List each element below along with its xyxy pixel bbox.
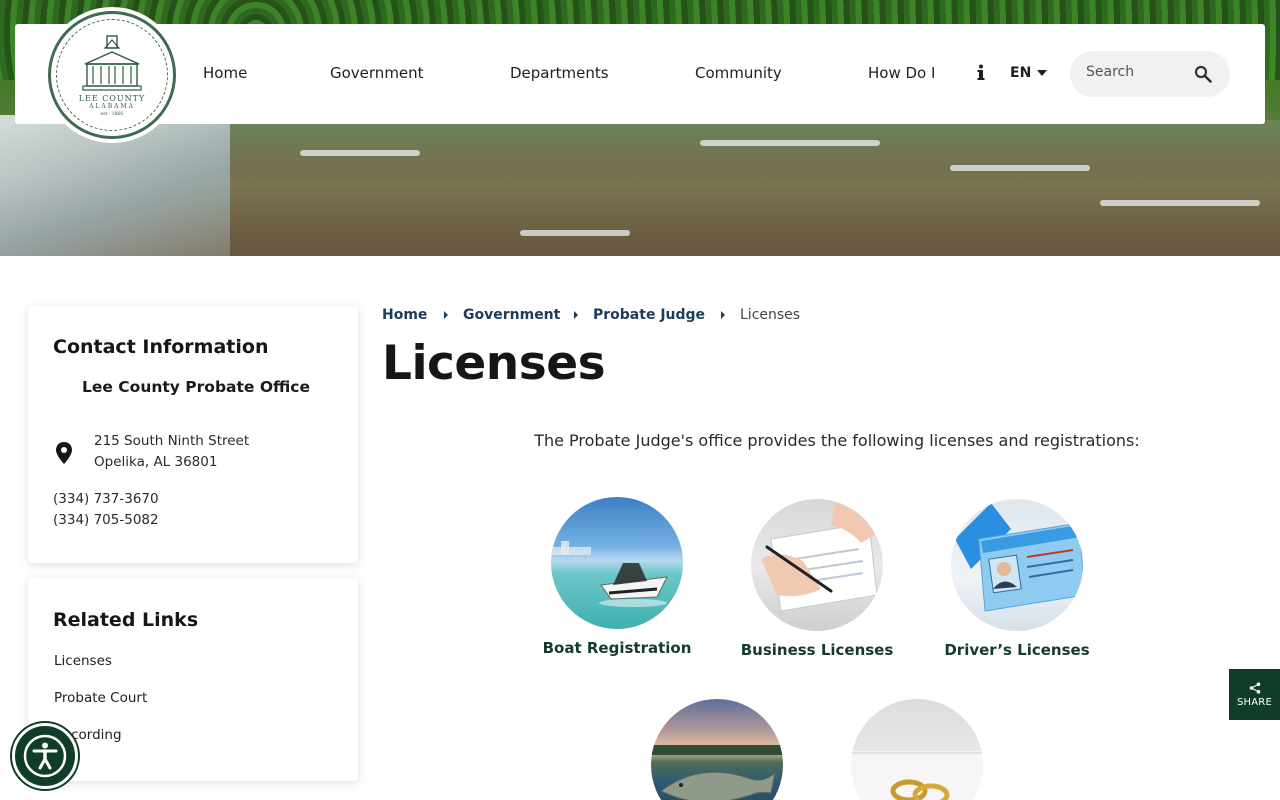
breadcrumb-government[interactable]: Government [463, 307, 560, 323]
share-label: SHARE [1237, 696, 1272, 708]
phone-number[interactable]: (334) 705-5082 [53, 512, 159, 528]
chevron-right-icon [721, 311, 725, 319]
related-link-licenses[interactable]: Licenses [54, 653, 112, 669]
tile-marriage-licenses[interactable] [832, 699, 1002, 800]
tile-drivers-licenses[interactable]: Driver’s Licenses [932, 499, 1102, 659]
contact-information-card: Contact Information Lee County Probate O… [28, 306, 358, 563]
tile-label: Business Licenses [740, 641, 894, 659]
nav-how-do-i[interactable]: How Do I [868, 64, 935, 82]
breadcrumb-home[interactable]: Home [382, 307, 427, 323]
chevron-right-icon [574, 311, 578, 319]
tile-hunting-fishing-licenses[interactable] [632, 699, 802, 800]
share-button[interactable]: SHARE [1229, 669, 1280, 720]
accessibility-icon [23, 734, 67, 778]
related-link-probate-court[interactable]: Probate Court [54, 690, 147, 706]
address-city: Opelika, AL 36801 [94, 454, 218, 470]
seal-county-name: LEE COUNTY [78, 93, 146, 103]
breadcrumb-current: Licenses [740, 307, 801, 323]
map-pin-icon [56, 442, 72, 464]
share-icon [1249, 681, 1260, 694]
hero-ripple [300, 150, 420, 156]
page-title: Licenses [382, 336, 606, 391]
address-street: 215 South Ninth Street [94, 433, 250, 449]
search-input[interactable] [1086, 64, 1186, 80]
marriage-rings-photo [851, 699, 983, 800]
tile-label: Boat Registration [542, 639, 692, 657]
chevron-right-icon [444, 311, 448, 319]
fishing-photo [651, 699, 783, 800]
tile-business-licenses[interactable]: Business Licenses [732, 499, 902, 659]
seal-established: est · 1866 [100, 111, 124, 117]
office-name: Lee County Probate Office [82, 378, 310, 396]
search-box [1070, 51, 1230, 97]
intro-text: The Probate Judge's office provides the … [534, 431, 1140, 450]
seal-state-name: ALABAMA [89, 102, 135, 110]
phone-number[interactable]: (334) 737-3670 [53, 491, 159, 507]
nav-departments[interactable]: Departments [510, 64, 609, 82]
info-icon[interactable] [973, 64, 989, 82]
chevron-down-icon[interactable] [1037, 70, 1047, 76]
seal-ring: LEE COUNTY ALABAMA est · 1866 [56, 19, 168, 131]
drivers-license-photo [951, 499, 1083, 631]
accessibility-button[interactable] [12, 723, 78, 789]
related-links-title: Related Links [53, 609, 199, 631]
hero-ripple [700, 140, 880, 146]
nav-community[interactable]: Community [695, 64, 782, 82]
courthouse-icon [82, 34, 142, 91]
tile-label: Driver’s Licenses [944, 641, 1090, 659]
boat-photo [551, 497, 683, 629]
breadcrumb-probate-judge[interactable]: Probate Judge [593, 307, 705, 323]
nav-home[interactable]: Home [203, 64, 247, 82]
search-icon[interactable] [1194, 65, 1212, 83]
hero-ripple [1100, 200, 1260, 206]
contact-title: Contact Information [53, 336, 269, 358]
county-seal-logo[interactable]: LEE COUNTY ALABAMA est · 1866 [48, 11, 176, 139]
tile-boat-registration[interactable]: Boat Registration [532, 497, 702, 657]
business-document-photo [751, 499, 883, 631]
site-header: Home Government Departments Community Ho… [15, 24, 1265, 124]
language-selector[interactable]: EN [1010, 65, 1031, 81]
hero-ripple [950, 165, 1090, 171]
nav-government[interactable]: Government [330, 64, 424, 82]
hero-ripple [520, 230, 630, 236]
